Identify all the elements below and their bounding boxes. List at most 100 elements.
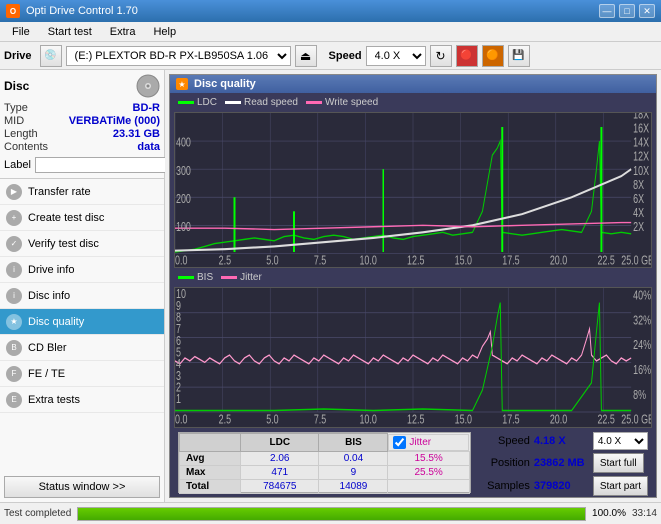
svg-text:100: 100 bbox=[176, 221, 191, 235]
svg-text:5.0: 5.0 bbox=[266, 414, 278, 427]
nav-extra-tests-label: Extra tests bbox=[28, 394, 80, 406]
settings-button2[interactable]: 🟠 bbox=[482, 45, 504, 67]
jitter-col-header: Jitter bbox=[388, 434, 469, 451]
jitter-legend-label: Jitter bbox=[240, 272, 262, 283]
panel-header: ★ Disc quality bbox=[170, 75, 656, 93]
svg-text:10.0: 10.0 bbox=[359, 414, 376, 427]
position-row: Position 23862 MB Start full bbox=[475, 453, 648, 473]
save-button[interactable]: 💾 bbox=[508, 45, 530, 67]
svg-text:2.5: 2.5 bbox=[219, 254, 231, 267]
nav-item-cd-bler[interactable]: B CD Bler bbox=[0, 335, 164, 361]
status-text: Test completed bbox=[4, 508, 71, 519]
write-speed-legend: Write speed bbox=[306, 97, 378, 108]
jitter-legend: Jitter bbox=[221, 272, 262, 283]
nav-item-verify-test-disc[interactable]: ✓ Verify test disc bbox=[0, 231, 164, 257]
toolbar: Drive 💿 (E:) PLEXTOR BD-R PX-LB950SA 1.0… bbox=[0, 42, 661, 70]
menu-file[interactable]: File bbox=[4, 24, 38, 40]
menu-extra[interactable]: Extra bbox=[102, 24, 144, 40]
menu-help[interactable]: Help bbox=[145, 24, 184, 40]
svg-text:2.5: 2.5 bbox=[219, 414, 231, 427]
stats-row: LDC BIS Jitter Avg bbox=[174, 430, 652, 495]
svg-text:24%: 24% bbox=[633, 339, 651, 353]
progress-text: 100.0% bbox=[592, 508, 626, 519]
titlebar-controls: — □ ✕ bbox=[599, 4, 655, 18]
svg-text:0.0: 0.0 bbox=[175, 254, 187, 267]
disc-header: Disc bbox=[4, 74, 160, 98]
svg-text:2X: 2X bbox=[633, 221, 644, 235]
nav-item-disc-info[interactable]: i Disc info bbox=[0, 283, 164, 309]
svg-text:10X: 10X bbox=[633, 164, 649, 178]
speed-select[interactable]: 4.0 X bbox=[366, 46, 426, 66]
start-part-button[interactable]: Start part bbox=[593, 476, 648, 496]
read-speed-legend: Read speed bbox=[225, 97, 298, 108]
jitter-legend-color bbox=[221, 276, 237, 279]
disc-contents-label: Contents bbox=[4, 141, 48, 153]
maximize-button[interactable]: □ bbox=[619, 4, 635, 18]
drive-info-icon: i bbox=[6, 262, 22, 278]
svg-text:8X: 8X bbox=[633, 178, 644, 192]
svg-text:25.0 GB: 25.0 GB bbox=[621, 414, 651, 427]
panel-icon: ★ bbox=[176, 78, 188, 90]
total-jitter bbox=[388, 479, 469, 493]
svg-text:12.5: 12.5 bbox=[407, 414, 424, 427]
ldc-legend-color bbox=[178, 101, 194, 104]
disc-info-icon: i bbox=[6, 288, 22, 304]
svg-text:25.0 GB: 25.0 GB bbox=[621, 254, 651, 267]
nav-verify-test-disc-label: Verify test disc bbox=[28, 238, 99, 250]
drive-label: Drive bbox=[4, 50, 32, 62]
total-label: Total bbox=[180, 479, 241, 493]
refresh-button[interactable]: ↻ bbox=[430, 45, 452, 67]
svg-text:7.5: 7.5 bbox=[314, 254, 326, 267]
nav-item-create-test-disc[interactable]: + Create test disc bbox=[0, 205, 164, 231]
speed-label: Speed bbox=[329, 50, 362, 62]
svg-text:20.0: 20.0 bbox=[550, 414, 567, 427]
svg-text:16%: 16% bbox=[633, 364, 651, 378]
svg-text:16X: 16X bbox=[633, 122, 649, 136]
nav-disc-info-label: Disc info bbox=[28, 290, 70, 302]
nav-item-extra-tests[interactable]: E Extra tests bbox=[0, 387, 164, 413]
disc-length-value: 23.31 GB bbox=[113, 128, 160, 140]
nav-item-disc-quality[interactable]: ★ Disc quality bbox=[0, 309, 164, 335]
content-area: ★ Disc quality LDC Read speed bbox=[165, 70, 661, 502]
bis-legend-color bbox=[178, 276, 194, 279]
status-window-button[interactable]: Status window >> bbox=[4, 476, 160, 498]
menu-start-test[interactable]: Start test bbox=[40, 24, 100, 40]
disc-contents-row: Contents data bbox=[4, 141, 160, 153]
top-chart: 18X 16X 14X 12X 10X 8X 6X 4X 2X 500 400 bbox=[174, 112, 652, 268]
stats-total-row: Total 784675 14089 bbox=[180, 479, 470, 493]
drive-select[interactable]: (E:) PLEXTOR BD-R PX-LB950SA 1.06 bbox=[66, 46, 291, 66]
start-full-button[interactable]: Start full bbox=[593, 453, 644, 473]
svg-text:0.0: 0.0 bbox=[175, 414, 187, 427]
write-speed-legend-label: Write speed bbox=[325, 97, 378, 108]
nav-item-fe-te[interactable]: F FE / TE bbox=[0, 361, 164, 387]
disc-length-label: Length bbox=[4, 128, 38, 140]
svg-text:200: 200 bbox=[176, 192, 191, 206]
disc-label-input[interactable] bbox=[35, 157, 169, 173]
minimize-button[interactable]: — bbox=[599, 4, 615, 18]
bis-legend-label: BIS bbox=[197, 272, 213, 283]
samples-value: 379820 bbox=[534, 480, 589, 492]
eject-button[interactable]: ⏏ bbox=[295, 45, 317, 67]
speed-right-label: Speed bbox=[475, 435, 530, 447]
max-label: Max bbox=[180, 465, 241, 479]
position-label: Position bbox=[475, 457, 530, 469]
disc-length-row: Length 23.31 GB bbox=[4, 128, 160, 140]
svg-text:17.5: 17.5 bbox=[502, 254, 519, 267]
top-chart-legend: LDC Read speed Write speed bbox=[174, 95, 652, 110]
settings-button1[interactable]: 🔴 bbox=[456, 45, 478, 67]
nav-create-test-disc-label: Create test disc bbox=[28, 212, 104, 224]
read-speed-legend-label: Read speed bbox=[244, 97, 298, 108]
max-jitter: 25.5% bbox=[388, 465, 469, 479]
bottom-chart-legend: BIS Jitter bbox=[174, 270, 652, 285]
read-speed-legend-color bbox=[225, 101, 241, 104]
close-button[interactable]: ✕ bbox=[639, 4, 655, 18]
svg-text:20.0: 20.0 bbox=[550, 254, 567, 267]
nav-drive-info-label: Drive info bbox=[28, 264, 74, 276]
svg-text:12X: 12X bbox=[633, 150, 649, 164]
nav-item-drive-info[interactable]: i Drive info bbox=[0, 257, 164, 283]
avg-bis: 0.04 bbox=[319, 451, 388, 465]
samples-label: Samples bbox=[475, 480, 530, 492]
jitter-checkbox[interactable] bbox=[393, 436, 406, 449]
nav-item-transfer-rate[interactable]: ▶ Transfer rate bbox=[0, 179, 164, 205]
speed-right-select[interactable]: 4.0 X bbox=[593, 432, 648, 450]
